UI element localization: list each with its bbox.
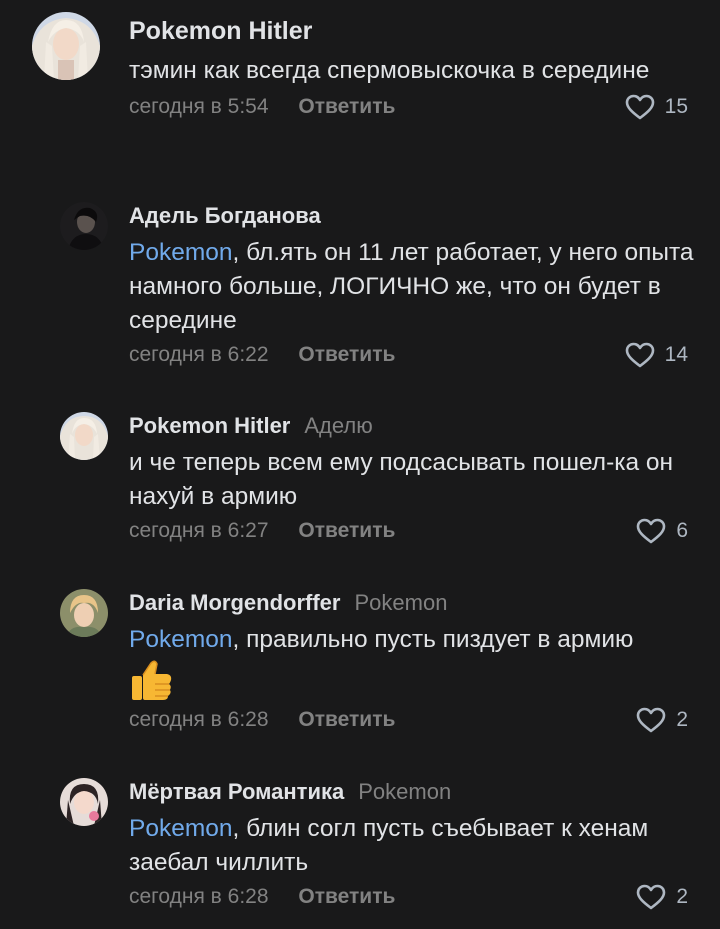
timestamp: сегодня в 5:54 [129, 95, 269, 118]
comment-text: и че теперь всем ему подсасывать пошел-к… [129, 446, 709, 514]
avatar[interactable] [60, 412, 108, 460]
reply-button[interactable]: Ответить [298, 343, 395, 366]
reply-to-label[interactable]: Pokemon [354, 590, 447, 615]
reply-button[interactable]: Ответить [298, 885, 395, 908]
avatar[interactable] [60, 202, 108, 250]
author-name[interactable]: Адель Богданова [129, 203, 321, 228]
author-name[interactable]: Мёртвая Романтика [129, 779, 344, 804]
timestamp: сегодня в 6:27 [129, 519, 269, 542]
comment-meta: сегодня в 6:22 Ответить 14 [129, 340, 690, 370]
reply-button[interactable]: Ответить [298, 708, 395, 731]
comment-body: и че теперь всем ему подсасывать пошел-к… [129, 449, 674, 510]
emoji-line [129, 659, 690, 703]
reply-to-label[interactable]: Аделю [304, 413, 372, 438]
like-button[interactable]: 2 [636, 882, 688, 912]
heart-outline-icon [636, 707, 666, 733]
like-count: 6 [676, 519, 688, 542]
comment-text: Pokemon, блин согл пусть съебывает к хен… [129, 812, 709, 880]
comment-text: Pokemon, правильно пусть пиздует в армию [129, 623, 709, 657]
like-button[interactable]: 6 [636, 516, 688, 546]
heart-outline-icon [625, 94, 655, 120]
comment-body: тэмин как всегда спермовыскочка в середи… [129, 57, 650, 84]
like-count: 14 [664, 343, 688, 366]
comments-screen: { "colors": { "background": "#19191a", "… [0, 0, 720, 929]
comment-meta: сегодня в 6:27 Ответить 6 [129, 516, 690, 546]
avatar[interactable] [60, 589, 108, 637]
reply-button[interactable]: Ответить [298, 95, 395, 118]
mention-link[interactable]: Pokemon [129, 815, 233, 842]
heart-outline-icon [636, 518, 666, 544]
comment-text: тэмин как всегда спермовыскочка в середи… [129, 54, 709, 88]
mention-link[interactable]: Pokemon [129, 626, 233, 653]
like-button[interactable]: 15 [625, 92, 688, 122]
comment-text: Pokemon, бл.ять он 11 лет работает, у не… [129, 236, 709, 338]
comment-meta: сегодня в 6:28 Ответить 2 [129, 882, 690, 912]
heart-outline-icon [636, 884, 666, 910]
comment-meta: сегодня в 5:54 Ответить 15 [129, 92, 690, 122]
comment-body: , правильно пусть пиздует в армию [232, 626, 634, 653]
mention-link[interactable]: Pokemon [129, 239, 233, 266]
like-count: 2 [676, 885, 688, 908]
reply-to-label[interactable]: Pokemon [358, 779, 451, 804]
like-button[interactable]: 2 [636, 705, 688, 735]
avatar[interactable] [60, 778, 108, 826]
like-count: 2 [676, 708, 688, 731]
timestamp: сегодня в 6:28 [129, 708, 269, 731]
heart-outline-icon [625, 342, 655, 368]
thumbs-up-emoji [132, 660, 172, 700]
like-count: 15 [664, 95, 688, 118]
timestamp: сегодня в 6:22 [129, 343, 269, 366]
author-name[interactable]: Pokemon Hitler [129, 413, 290, 438]
comment-meta: сегодня в 6:28 Ответить 2 [129, 705, 690, 735]
avatar[interactable] [32, 12, 100, 80]
author-name[interactable]: Pokemon Hitler [129, 17, 312, 45]
author-name[interactable]: Daria Morgendorffer [129, 590, 340, 615]
timestamp: сегодня в 6:28 [129, 885, 269, 908]
like-button[interactable]: 14 [625, 340, 688, 370]
reply-button[interactable]: Ответить [298, 519, 395, 542]
